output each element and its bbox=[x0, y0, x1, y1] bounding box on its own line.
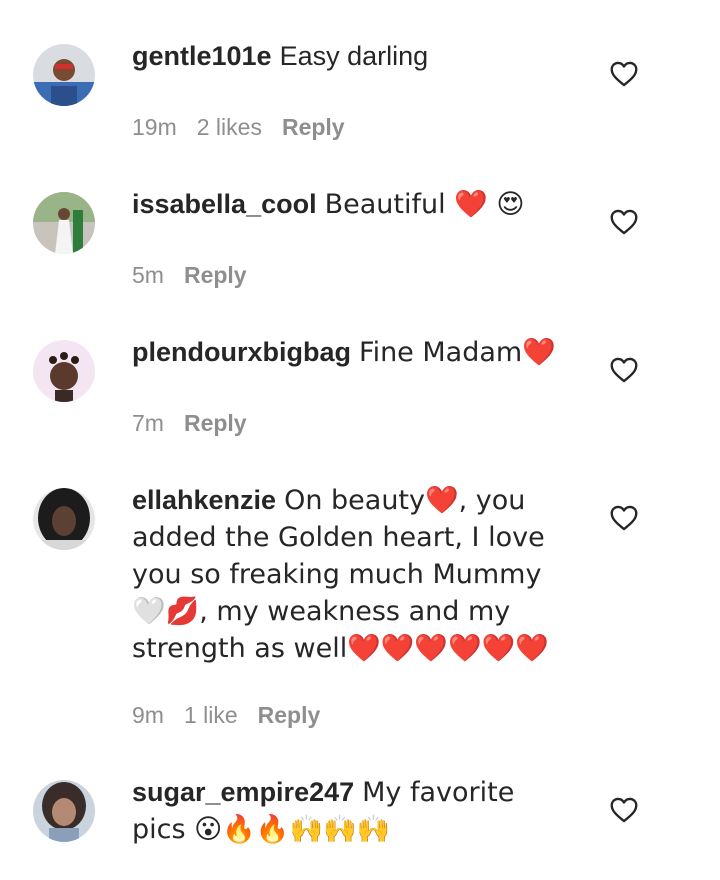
comment-body: sugar_empire247 My favorite pics 😮🔥🔥🙌🙌🙌 bbox=[132, 774, 572, 848]
comment-body: plendourxbigbag Fine Madam❤️ bbox=[132, 334, 572, 371]
comment-likes-count[interactable]: 1 like bbox=[184, 702, 238, 728]
comment-username[interactable]: ellahkenzie bbox=[132, 485, 276, 515]
like-button[interactable] bbox=[610, 797, 638, 823]
comment-likes-count[interactable]: 2 likes bbox=[197, 114, 262, 140]
comment-username[interactable]: gentle101e bbox=[132, 41, 272, 71]
heart-outline-icon bbox=[610, 797, 638, 823]
comment-meta: 7m Reply bbox=[132, 410, 267, 437]
avatar[interactable] bbox=[33, 192, 95, 254]
avatar[interactable] bbox=[33, 488, 95, 550]
comment-meta: 19m 2 likes Reply bbox=[132, 114, 365, 141]
heart-outline-icon bbox=[610, 209, 638, 235]
reply-button[interactable]: Reply bbox=[258, 702, 321, 728]
comment-text: Easy darling bbox=[279, 41, 429, 71]
avatar[interactable] bbox=[33, 44, 95, 106]
heart-outline-icon bbox=[610, 61, 638, 87]
heart-outline-icon bbox=[610, 357, 638, 383]
avatar[interactable] bbox=[33, 780, 95, 842]
comment-body: ellahkenzie On beauty❤️, you added the Go… bbox=[132, 482, 572, 667]
avatar[interactable] bbox=[33, 340, 95, 402]
comment-username[interactable]: sugar_empire247 bbox=[132, 777, 354, 807]
comment-time: 5m bbox=[132, 262, 164, 288]
like-button[interactable] bbox=[610, 505, 638, 531]
comment-body: gentle101e Easy darling bbox=[132, 38, 572, 74]
comment-username[interactable]: plendourxbigbag bbox=[132, 337, 351, 367]
comment-time: 7m bbox=[132, 410, 164, 436]
like-button[interactable] bbox=[610, 357, 638, 383]
comment-time: 9m bbox=[132, 702, 164, 728]
reply-button[interactable]: Reply bbox=[184, 410, 247, 436]
reply-button[interactable]: Reply bbox=[282, 114, 345, 140]
comment-text: Fine Madam❤️ bbox=[359, 337, 556, 368]
comment-meta: 5m Reply bbox=[132, 262, 267, 289]
heart-outline-icon bbox=[610, 505, 638, 531]
comment-meta: 9m 1 like Reply bbox=[132, 702, 340, 729]
comment-time: 19m bbox=[132, 114, 177, 140]
comment-text: Beautiful ❤️ 😍 bbox=[324, 189, 525, 220]
comment-body: issabella_cool Beautiful ❤️ 😍 bbox=[132, 186, 572, 223]
reply-button[interactable]: Reply bbox=[184, 262, 247, 288]
comment-username[interactable]: issabella_cool bbox=[132, 189, 317, 219]
like-button[interactable] bbox=[610, 209, 638, 235]
like-button[interactable] bbox=[610, 61, 638, 87]
